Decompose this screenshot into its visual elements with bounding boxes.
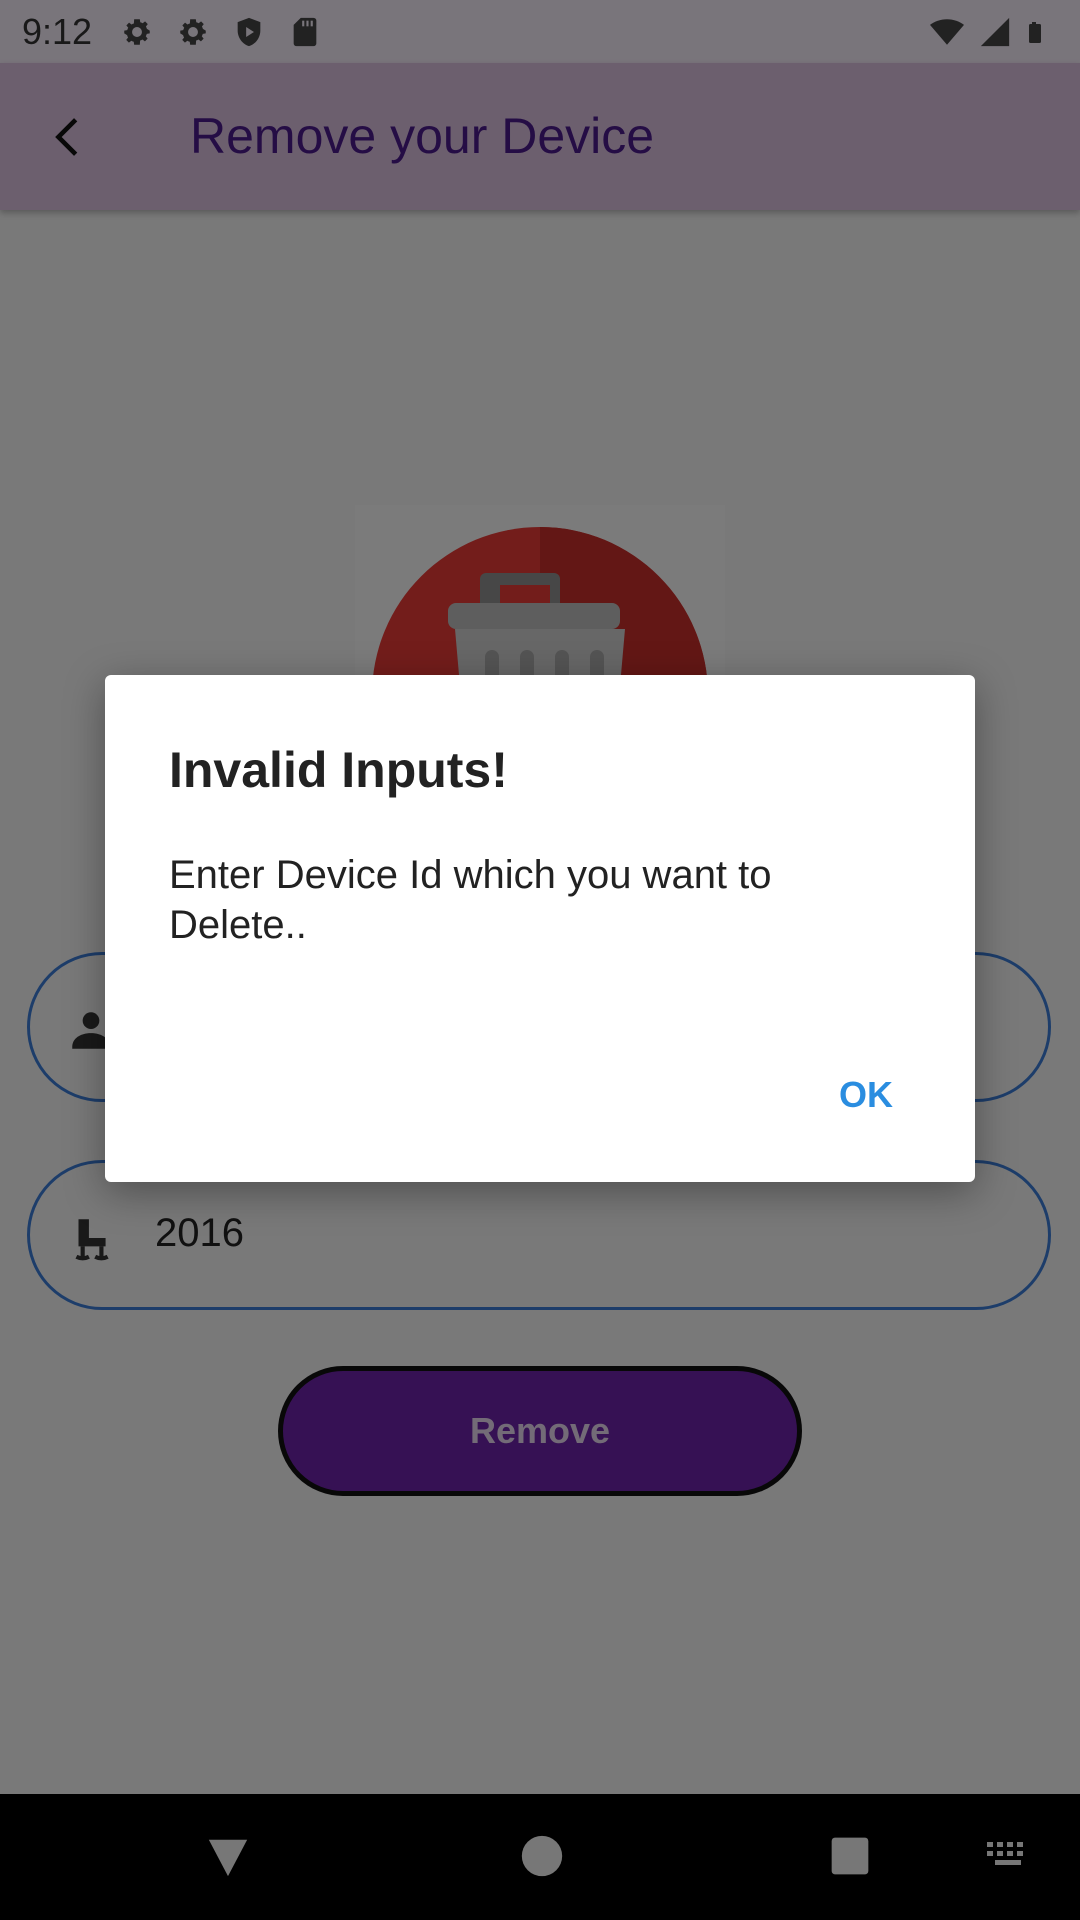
dialog-title: Invalid Inputs! — [169, 742, 508, 798]
alert-dialog: Invalid Inputs! Enter Device Id which yo… — [105, 675, 975, 1182]
screen: 9:12 — [0, 0, 1080, 1920]
nav-recents-icon[interactable] — [830, 1836, 870, 1876]
nav-home-icon[interactable] — [520, 1834, 564, 1878]
navigation-bar — [0, 1794, 1080, 1920]
dialog-message: Enter Device Id which you want to Delete… — [169, 853, 772, 947]
nav-back-icon[interactable] — [205, 1834, 251, 1880]
ok-button[interactable]: OK — [835, 1066, 897, 1124]
keyboard-icon[interactable] — [985, 1838, 1031, 1874]
